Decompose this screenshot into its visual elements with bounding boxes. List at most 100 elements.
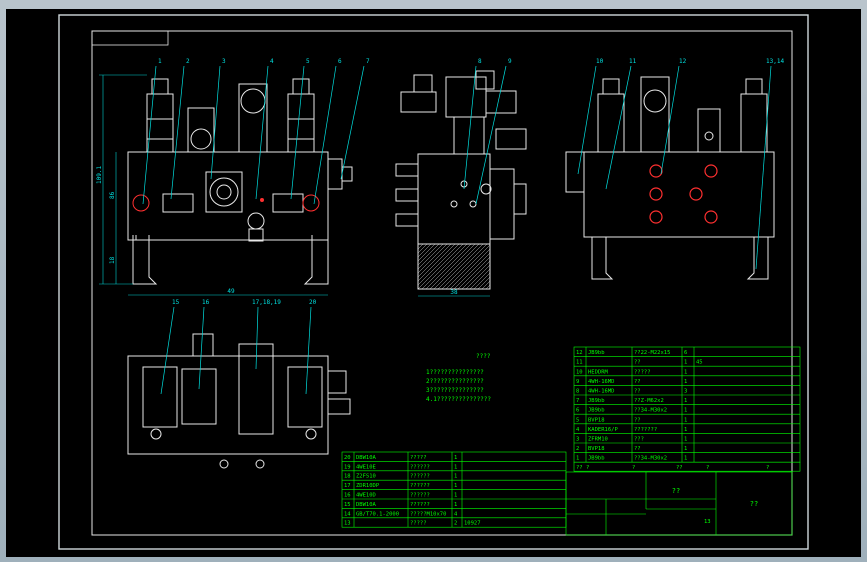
bom-right-row-cell: 4WH-16MD: [588, 389, 615, 395]
bom-right-text: 12 JB9bb ??22-M22x15 611?? 1 4510 HEDDRM????? 1…: [576, 350, 769, 471]
balloon-4: 4: [270, 58, 274, 65]
cad-viewport[interactable]: 49 109.1 86 18 38 1 2 3 4 5 6 7 8 9 10 1…: [6, 9, 861, 557]
bom-left-row-cell: 10927: [464, 521, 481, 527]
bom-left-row-cell: 1: [454, 502, 457, 508]
note-3: 3???????????????: [426, 387, 484, 394]
bom-right-row-cell: 6: [576, 408, 579, 414]
bom-right-row-cell: 5: [576, 417, 579, 423]
bom-left-row-cell: 14: [344, 511, 351, 517]
bom-left-row-cell: 4WE10E: [356, 464, 376, 470]
bom-right-row-cell: 1: [684, 369, 687, 375]
bom-left-row-cell: ?????: [410, 521, 427, 527]
side-view: [395, 70, 527, 290]
bom-left-row-cell: 13: [344, 521, 351, 527]
bom-right-row-cell: ??: [634, 446, 641, 452]
bom-left-row-cell: 1: [454, 493, 457, 499]
bom-left-row-cell: ?????M10x70: [410, 511, 446, 517]
balloon-11: 11: [629, 58, 637, 65]
bom-left-row-cell: 1: [454, 474, 457, 480]
rear-view: [565, 76, 775, 280]
bom-right-row-cell: BVP18: [588, 417, 605, 423]
bom-right-row-cell: 1: [684, 417, 687, 423]
bom-right-row-cell: ?????: [634, 369, 651, 375]
balloon-13-14: 13,14: [766, 58, 784, 65]
bom-right-row-cell: 1: [684, 427, 687, 433]
bom-right-row-cell: 9: [576, 379, 579, 385]
bom-left-row-cell: 1: [454, 455, 457, 461]
bom-right-row-cell: ???: [634, 437, 644, 443]
balloon-1: 1: [158, 58, 162, 65]
title-name: ??: [672, 487, 680, 495]
bom-right-row-cell: HEDDRM: [588, 369, 609, 375]
bom-right-row-cell: 8: [576, 389, 579, 395]
balloon-3: 3: [222, 58, 226, 65]
balloon-7: 7: [366, 58, 370, 65]
bom-right-row-cell: ??: [634, 389, 641, 395]
bom-left-row-cell: Z2FS10: [356, 474, 376, 480]
bom-right-row-cell: JB9bb: [588, 398, 605, 404]
bom-right-row-cell: 2: [576, 446, 579, 452]
bom-left-row-cell: 4WE10D: [356, 493, 376, 499]
side-width-dim: 38: [450, 289, 458, 296]
balloon-12: 12: [679, 58, 687, 65]
balloon-17-19: 17,18,19: [252, 299, 281, 306]
bom-right-header-cell: ?: [632, 465, 635, 471]
balloon-8: 8: [478, 58, 482, 65]
bom-left-row-cell: ZDR10DP: [356, 483, 380, 489]
notes-title: ????: [476, 353, 491, 360]
note-1: 1???????????????: [426, 369, 484, 376]
bom-right-row-cell: KADER16/P: [588, 427, 618, 433]
bom-left-row-cell: ?????: [410, 455, 427, 461]
bom-left-row-cell: GB/T70.1-2000: [356, 511, 399, 517]
bom-right-header-cell: ??: [676, 465, 683, 471]
front-height-total-dim: 109.1: [96, 166, 103, 184]
bom-right-header-cell: ?: [586, 465, 589, 471]
bom-right-row-cell: 6: [684, 350, 687, 356]
rear-ports: [649, 164, 718, 224]
bom-right-row-cell: 1: [684, 379, 687, 385]
note-4: 4.1???????????????: [426, 396, 491, 403]
bom-left-row-cell: 18: [344, 474, 351, 480]
bom-right-row-cell: JB9bb: [588, 408, 605, 414]
cad-drawing: 49 109.1 86 18 38 1 2 3 4 5 6 7 8 9 10 1…: [58, 14, 809, 550]
front-height-block-dim: 86: [109, 191, 116, 199]
bom-right-row-cell: ??22-M22x15: [634, 350, 670, 356]
bom-right-row-cell: 1: [684, 398, 687, 404]
bom-right-row-cell: 4WH-16MD: [588, 379, 615, 385]
bom-left-row-cell: 1: [454, 464, 457, 470]
bom-left-row-cell: 20: [344, 455, 351, 461]
bom-right-row-cell: JB9bb: [588, 350, 605, 356]
bom-right-row-cell: JB9bb: [588, 456, 605, 462]
bom-right-row-cell: ??: [634, 360, 641, 366]
front-view: [127, 78, 353, 285]
bom-right-row-cell: 11: [576, 360, 583, 366]
balloon-6: 6: [338, 58, 342, 65]
bom-left-row-cell: ??????: [410, 483, 430, 489]
bom-right-row-cell: 1: [576, 456, 579, 462]
bom-right-row-cell: 12: [576, 350, 583, 356]
bom-left-row-cell: 2: [454, 521, 457, 527]
balloon-9: 9: [508, 58, 512, 65]
bom-right-header-cell: ??: [576, 465, 583, 471]
bom-right-row-cell: ??: [634, 417, 641, 423]
bom-right-row-cell: 1: [684, 360, 687, 366]
bom-right-row-cell: 1: [684, 456, 687, 462]
balloon-20: 20: [309, 299, 317, 306]
bom-left-row-cell: 19: [344, 464, 351, 470]
bom-right-row-cell: ZFRM10: [588, 437, 608, 443]
bom-right-row-cell: 3: [576, 437, 579, 443]
bom-right-row-cell: ???????: [634, 427, 657, 433]
balloon-15: 15: [172, 299, 180, 306]
bom-right-row-cell: 1: [684, 446, 687, 452]
bom-left-row-cell: 4: [454, 511, 458, 517]
bom-left-row-cell: ??????: [410, 502, 430, 508]
bom-left-row-cell: ??????: [410, 474, 430, 480]
bom-right-row-cell: ??Z-M62x2: [634, 398, 664, 404]
balloon-16: 16: [202, 299, 210, 306]
balloon-leaders: [142, 65, 772, 395]
bom-right-header-cell: ?: [766, 465, 769, 471]
bom-left-text: 20 DBW10A????? 1 19 4WE10E?????? 1 18 Z2FS10???…: [344, 455, 481, 527]
balloon-5: 5: [306, 58, 310, 65]
window-frame: 49 109.1 86 18 38 1 2 3 4 5 6 7 8 9 10 1…: [0, 0, 867, 562]
bom-left-row-cell: 17: [344, 483, 351, 489]
